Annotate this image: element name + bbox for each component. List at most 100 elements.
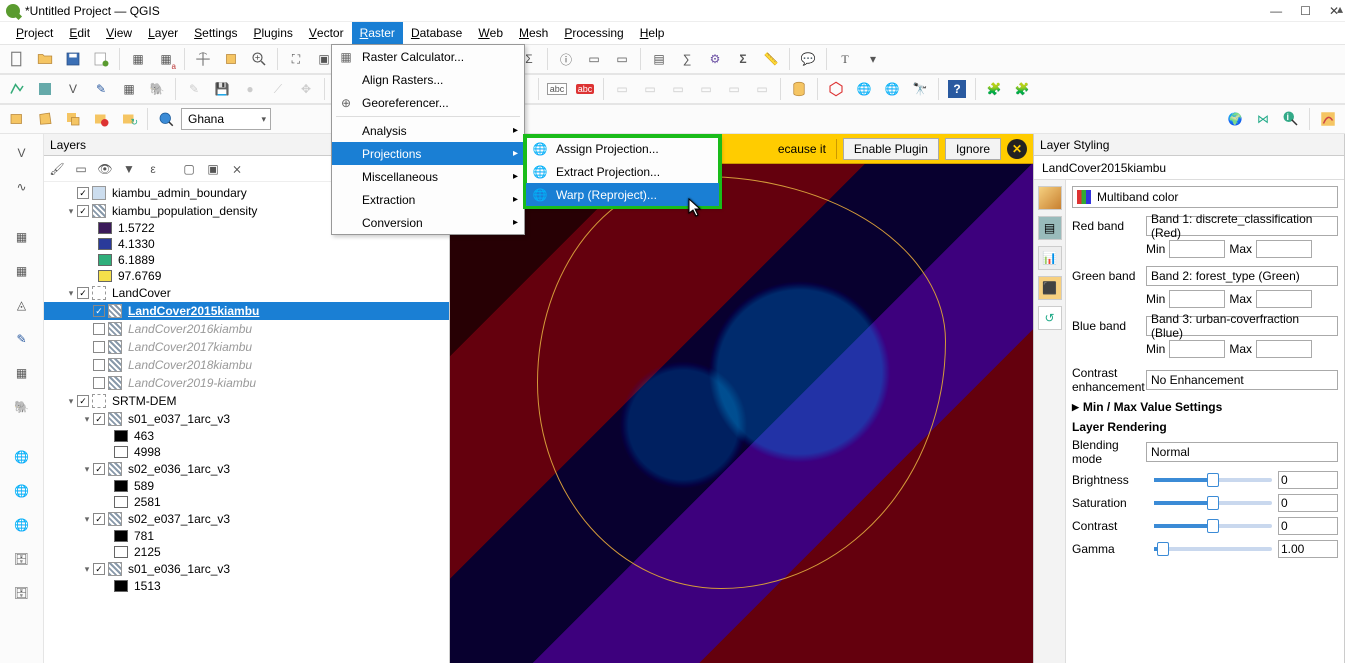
saturation-slider[interactable] [1154, 501, 1272, 505]
digitize-icon[interactable]: ⟋ [265, 76, 291, 102]
menu-layer[interactable]: Layer [140, 22, 186, 44]
expand-icon[interactable]: ▾ [82, 514, 92, 525]
contrast-enh-combo[interactable]: No Enhancement [1146, 370, 1338, 390]
search-globe-icon[interactable] [153, 106, 179, 132]
gamma-input[interactable] [1278, 540, 1338, 558]
layer-checkbox[interactable] [93, 513, 105, 525]
raster-menu-analysis[interactable]: Analysis [332, 119, 524, 142]
globe-add2-icon[interactable]: 🌐 [7, 476, 37, 506]
raster-menu-align-rasters-[interactable]: Align Rasters... [332, 68, 524, 91]
label-tool6-icon[interactable]: ▭ [749, 76, 775, 102]
save-edits-icon[interactable]: 💾 [209, 76, 235, 102]
layer-checkbox[interactable] [77, 287, 89, 299]
brightness-slider[interactable] [1154, 478, 1272, 482]
expand-icon[interactable]: ▾ [82, 464, 92, 475]
proj-menu-warp-reproject-[interactable]: 🌐Warp (Reproject)... [526, 183, 719, 206]
menu-mesh[interactable]: Mesh [511, 22, 556, 44]
curve-icon[interactable]: ∿ [7, 172, 37, 202]
label-tool4-icon[interactable]: ▭ [693, 76, 719, 102]
menu-help[interactable]: Help [632, 22, 673, 44]
style-layer-name[interactable]: LandCover2015kiambu [1042, 161, 1340, 175]
annotation-dropdown-icon[interactable]: ▾ [860, 46, 886, 72]
layer-checkbox[interactable] [93, 563, 105, 575]
menu-database[interactable]: Database [403, 22, 470, 44]
blue-max-input[interactable] [1256, 340, 1312, 358]
zoom-full-icon[interactable]: ⛶ [283, 46, 309, 72]
raster-menu-projections[interactable]: Projections [332, 142, 524, 165]
raster-layer-icon[interactable]: ▦ [7, 222, 37, 252]
save-project-icon[interactable] [60, 46, 86, 72]
layer-expr-icon[interactable]: ε [142, 158, 164, 180]
help-icon[interactable]: ? [944, 76, 970, 102]
minmax-section[interactable]: ▶Min / Max Value Settings [1072, 400, 1338, 414]
label-abc-red-icon[interactable]: abc [572, 76, 598, 102]
deselect-icon[interactable]: ▭ [609, 46, 635, 72]
orange-curve-icon[interactable] [1315, 106, 1341, 132]
outer-scroll-up[interactable]: ▴ [1337, 2, 1343, 16]
raster-menu-georeferencer-[interactable]: ⊕Georeferencer... [332, 91, 524, 114]
select-free-icon[interactable] [60, 106, 86, 132]
layers-tree[interactable]: kiambu_admin_boundary▾kiambu_population_… [44, 182, 449, 663]
ignore-plugin-button[interactable]: Ignore [945, 138, 1001, 160]
attribute-table-icon[interactable]: ▤ [646, 46, 672, 72]
style-manager-icon[interactable]: ▦a [153, 46, 179, 72]
db-add-icon[interactable]: 🗄 [7, 544, 37, 574]
globe2-icon[interactable]: 🌐 [879, 76, 905, 102]
layer-style-icon[interactable]: 🖌 [46, 158, 68, 180]
menu-vector[interactable]: Vector [301, 22, 352, 44]
green-band-combo[interactable]: Band 2: forest_type (Green) [1146, 266, 1338, 286]
field-calc-icon[interactable]: ∑ [674, 46, 700, 72]
select-remove-icon[interactable] [88, 106, 114, 132]
layer-checkbox[interactable] [93, 341, 105, 353]
vec-layer-icon[interactable]: V [7, 138, 37, 168]
layer-add-group-icon[interactable]: ▭ [70, 158, 92, 180]
raster-menu-raster-calculator-[interactable]: ▦Raster Calculator... [332, 45, 524, 68]
measure-icon[interactable]: 📏 [758, 46, 784, 72]
layer-collapse-icon[interactable]: ▣ [202, 158, 224, 180]
contrast-input[interactable] [1278, 517, 1338, 535]
sigma-icon[interactable]: Σ [730, 46, 756, 72]
layer-node[interactable]: ▾s01_e037_1arc_v3 [44, 410, 449, 428]
database-icon[interactable] [786, 76, 812, 102]
layer-node[interactable]: LandCover2017kiambu [44, 338, 449, 356]
select-refresh-icon[interactable]: ↻ [116, 106, 142, 132]
proj-menu-extract-projection-[interactable]: 🌐Extract Projection... [526, 160, 719, 183]
layer-checkbox[interactable] [93, 305, 105, 317]
open-project-icon[interactable] [32, 46, 58, 72]
postgis-icon[interactable]: 🐘 [7, 392, 37, 422]
db-add2-icon[interactable]: 🗄 [7, 578, 37, 608]
label-tool1-icon[interactable]: ▭ [609, 76, 635, 102]
menu-edit[interactable]: Edit [61, 22, 98, 44]
expand-icon[interactable]: ▾ [66, 396, 76, 407]
plugin1-icon[interactable]: 🧩 [981, 76, 1007, 102]
layer-expand-icon[interactable]: ▢ [178, 158, 200, 180]
layer-checkbox[interactable] [77, 395, 89, 407]
layer-checkbox[interactable] [93, 413, 105, 425]
blend-combo[interactable]: Normal [1146, 442, 1338, 462]
label-tool2-icon[interactable]: ▭ [637, 76, 663, 102]
binocular-green-icon[interactable]: ⋈ [1250, 106, 1276, 132]
layer-node[interactable]: LandCover2018kiambu [44, 356, 449, 374]
raster-menu-conversion[interactable]: Conversion [332, 211, 524, 234]
globe-icon[interactable]: 🌐 [851, 76, 877, 102]
add-mesh-icon[interactable]: V [60, 76, 86, 102]
layer-node[interactable]: ▾s02_e036_1arc_v3 [44, 460, 449, 478]
expand-icon[interactable]: ▾ [82, 564, 92, 575]
layer-node[interactable]: LandCover2019-kiambu [44, 374, 449, 392]
expand-icon[interactable]: ▾ [82, 414, 92, 425]
transparency-tab-icon[interactable]: ▤ [1038, 216, 1062, 240]
zoom-in-icon[interactable] [246, 46, 272, 72]
globe-add-icon[interactable]: 🌐 [7, 442, 37, 472]
layer-checkbox[interactable] [93, 377, 105, 389]
globe-add3-icon[interactable]: 🌐 [7, 510, 37, 540]
window-minimize-button[interactable]: — [1270, 4, 1282, 18]
pan-icon[interactable] [190, 46, 216, 72]
menu-raster[interactable]: Raster [352, 22, 403, 44]
rendering-tab-icon[interactable]: ⬛ [1038, 276, 1062, 300]
add-vector-icon[interactable] [4, 76, 30, 102]
layer-node[interactable]: LandCover2015kiambu [44, 302, 449, 320]
layer-node[interactable]: ▾SRTM-DEM [44, 392, 449, 410]
label-tool3-icon[interactable]: ▭ [665, 76, 691, 102]
add-postgis-icon[interactable]: 🐘 [144, 76, 170, 102]
layer-checkbox[interactable] [93, 323, 105, 335]
